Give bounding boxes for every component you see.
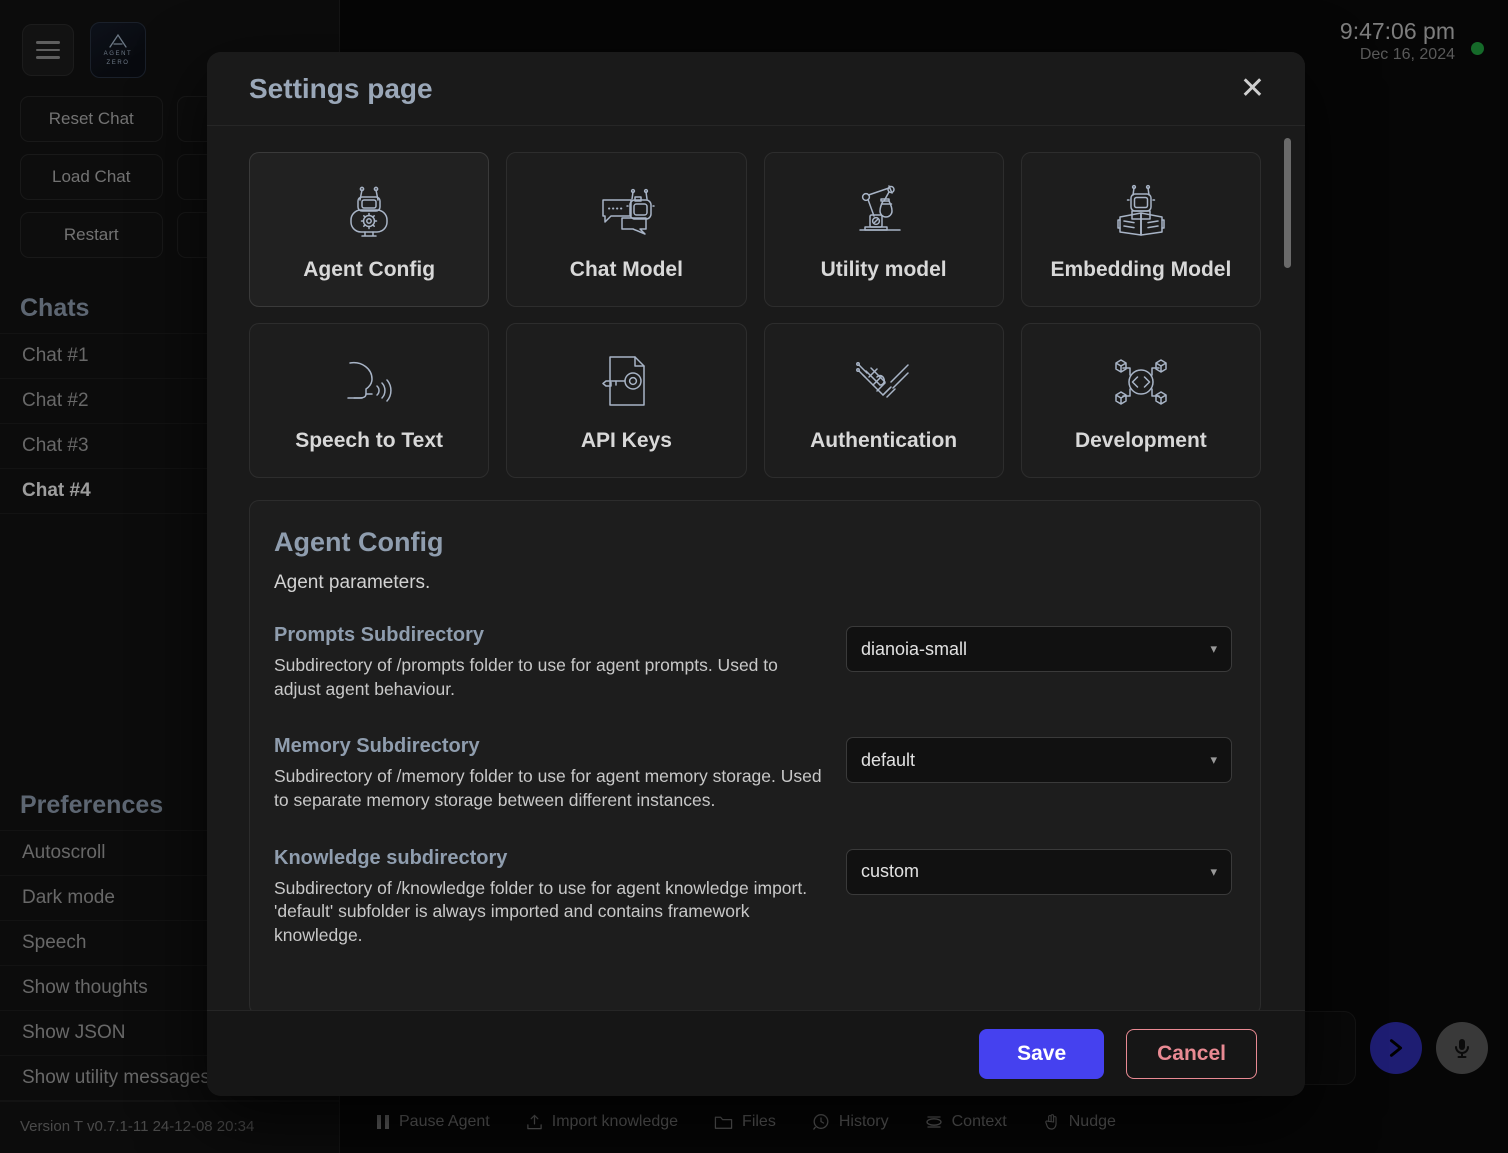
- tab-embedding-model[interactable]: Embedding Model: [1021, 152, 1261, 307]
- tab-label: Speech to Text: [295, 429, 443, 453]
- field-label: Memory Subdirectory: [274, 735, 826, 758]
- field-control: dianoia-small ▾: [846, 624, 1232, 672]
- field-memory-subdirectory: Memory Subdirectory Subdirectory of /mem…: [274, 735, 1232, 812]
- field-description: Prompts Subdirectory Subdirectory of /pr…: [274, 624, 826, 701]
- field-knowledge-subdirectory: Knowledge subdirectory Subdirectory of /…: [274, 847, 1232, 948]
- tab-utility-model[interactable]: Utility model: [764, 152, 1004, 307]
- section-subtitle: Agent parameters.: [274, 572, 1232, 594]
- save-button[interactable]: Save: [979, 1029, 1104, 1079]
- chevron-down-icon: ▾: [1210, 864, 1217, 880]
- tab-chat-model[interactable]: Chat Model: [506, 152, 746, 307]
- tab-label: Chat Model: [570, 258, 683, 282]
- section-title: Agent Config: [274, 527, 1232, 558]
- modal-footer: Save Cancel: [207, 1010, 1305, 1096]
- scrollbar-thumb[interactable]: [1284, 138, 1291, 268]
- tab-authentication[interactable]: Authentication: [764, 323, 1004, 478]
- tab-speech-to-text[interactable]: Speech to Text: [249, 323, 489, 478]
- field-help-text: Subdirectory of /knowledge folder to use…: [274, 877, 826, 948]
- tab-label: Agent Config: [303, 258, 435, 282]
- document-key-icon: [595, 349, 657, 415]
- tab-label: Authentication: [810, 429, 957, 453]
- robot-chat-icon: [595, 178, 657, 244]
- field-control: custom ▾: [846, 847, 1232, 895]
- field-control: default ▾: [846, 735, 1232, 783]
- field-label: Knowledge subdirectory: [274, 847, 826, 870]
- modal-scrollbar[interactable]: [1284, 138, 1291, 988]
- modal-title: Settings page: [249, 73, 433, 105]
- speaking-head-icon: [338, 349, 400, 415]
- prompts-subdirectory-select[interactable]: dianoia-small ▾: [846, 626, 1232, 672]
- field-help-text: Subdirectory of /memory folder to use fo…: [274, 765, 826, 812]
- field-help-text: Subdirectory of /prompts folder to use f…: [274, 654, 826, 701]
- knowledge-subdirectory-select[interactable]: custom ▾: [846, 849, 1232, 895]
- field-description: Memory Subdirectory Subdirectory of /mem…: [274, 735, 826, 812]
- tab-agent-config[interactable]: Agent Config: [249, 152, 489, 307]
- tab-label: Embedding Model: [1050, 258, 1231, 282]
- robot-book-icon: [1110, 178, 1172, 244]
- memory-subdirectory-select[interactable]: default ▾: [846, 737, 1232, 783]
- tab-label: Development: [1075, 429, 1207, 453]
- tab-label: Utility model: [821, 258, 947, 282]
- settings-section-panel: Agent Config Agent parameters. Prompts S…: [249, 500, 1261, 1010]
- robot-gear-icon: [338, 178, 400, 244]
- settings-modal: Settings page ✕ Agent Config: [207, 52, 1305, 1096]
- field-prompts-subdirectory: Prompts Subdirectory Subdirectory of /pr…: [274, 624, 1232, 701]
- modal-header: Settings page ✕: [207, 52, 1305, 126]
- settings-tab-grid: Agent Config Chat Model: [249, 152, 1261, 478]
- chevron-down-icon: ▾: [1210, 752, 1217, 768]
- robot-arm-icon: [853, 178, 915, 244]
- field-description: Knowledge subdirectory Subdirectory of /…: [274, 847, 826, 948]
- tab-label: API Keys: [581, 429, 672, 453]
- code-network-icon: [1110, 349, 1172, 415]
- select-value: custom: [861, 861, 919, 882]
- robot-handshake-icon: [853, 349, 915, 415]
- cancel-button[interactable]: Cancel: [1126, 1029, 1257, 1079]
- modal-body: Agent Config Chat Model: [207, 126, 1305, 1010]
- field-label: Prompts Subdirectory: [274, 624, 826, 647]
- select-value: default: [861, 750, 915, 771]
- select-value: dianoia-small: [861, 639, 967, 660]
- chevron-down-icon: ▾: [1210, 641, 1217, 657]
- tab-development[interactable]: Development: [1021, 323, 1261, 478]
- tab-api-keys[interactable]: API Keys: [506, 323, 746, 478]
- close-icon[interactable]: ✕: [1232, 70, 1273, 108]
